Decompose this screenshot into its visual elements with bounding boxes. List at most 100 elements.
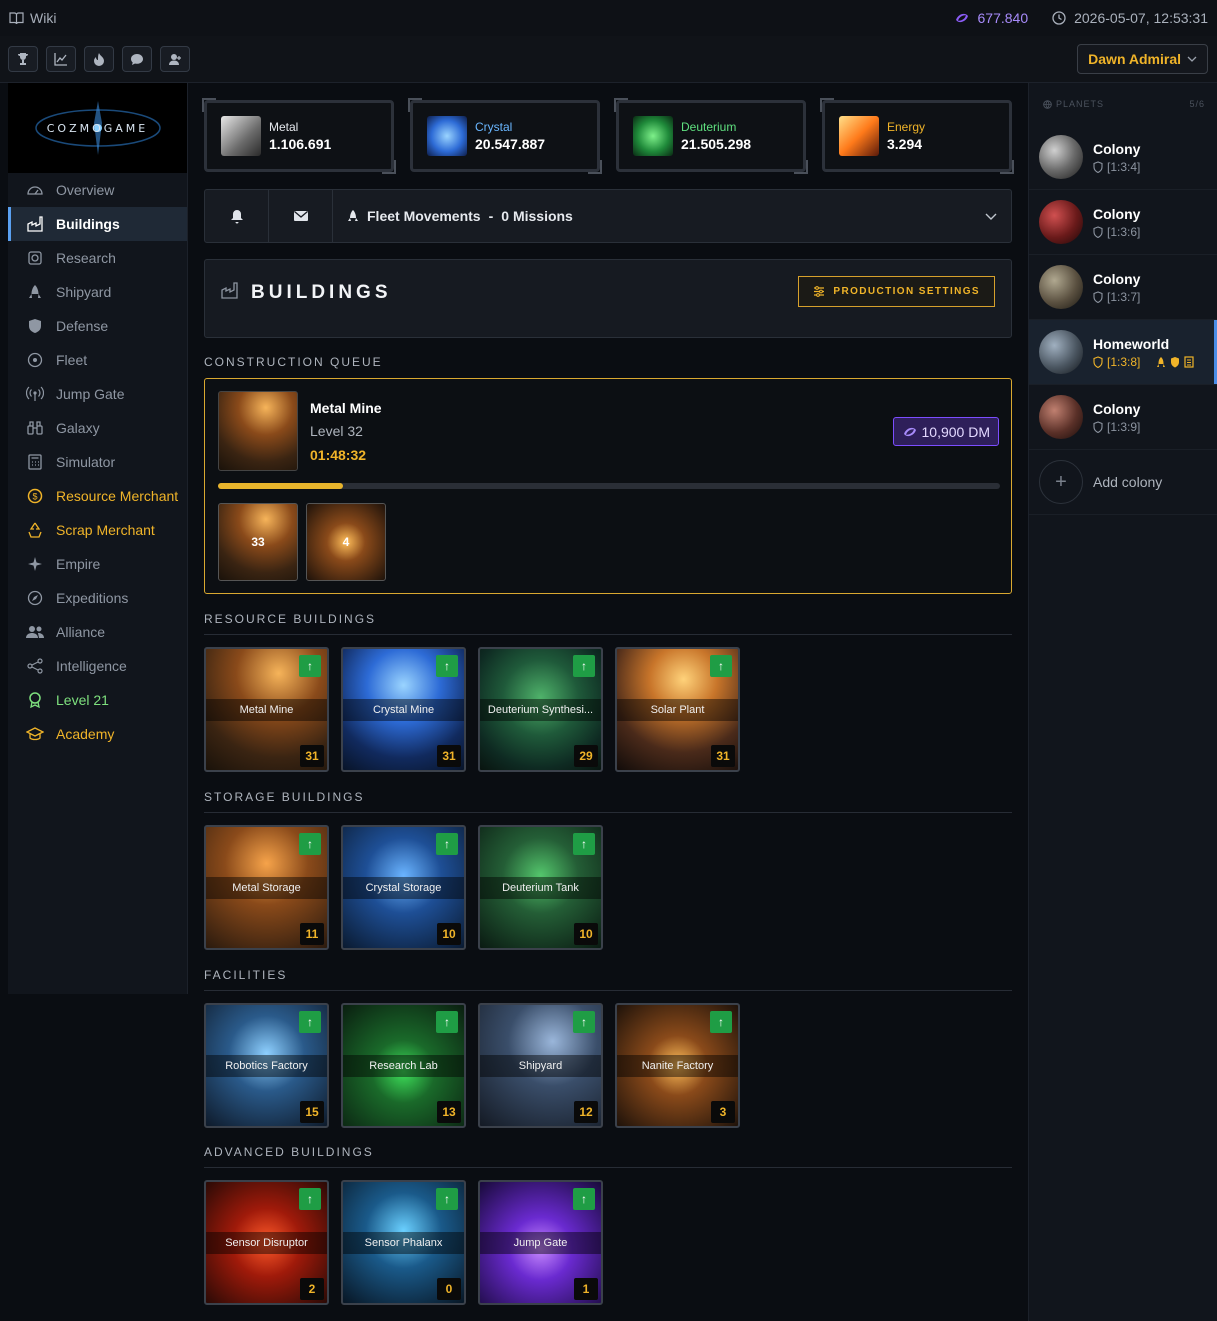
building-card-research-lab[interactable]: Research Lab ↑ 13 xyxy=(341,1003,466,1128)
resource-metal[interactable]: Metal 1.106.691 xyxy=(202,98,396,174)
building-card-solar-plant[interactable]: Solar Plant ↑ 31 xyxy=(615,647,740,772)
upgrade-button[interactable]: ↑ xyxy=(436,833,458,855)
upgrade-button[interactable]: ↑ xyxy=(436,1011,458,1033)
nav-item-level-21[interactable]: Level 21 xyxy=(8,683,187,717)
planet-item[interactable]: Colony [1:3:6] xyxy=(1029,190,1217,255)
arrow-up-icon: ↑ xyxy=(718,1015,724,1029)
nav-item-academy[interactable]: Academy xyxy=(8,717,187,751)
add-colony-button[interactable]: + Add colony xyxy=(1029,450,1217,515)
planet-name: Homeworld xyxy=(1093,335,1170,352)
planet-item[interactable]: Homeworld [1:3:8] xyxy=(1029,320,1217,385)
upgrade-button[interactable]: ↑ xyxy=(573,1011,595,1033)
upgrade-button[interactable]: ↑ xyxy=(710,1011,732,1033)
building-card-crystal-storage[interactable]: Crystal Storage ↑ 10 xyxy=(341,825,466,950)
fleet-icon xyxy=(26,351,44,369)
messages-button[interactable] xyxy=(269,190,333,242)
shield-outline-icon xyxy=(1093,160,1103,173)
logo-text: COZMOGAME xyxy=(46,121,149,135)
planets-title: PLANETS xyxy=(1056,99,1105,109)
building-name: Jump Gate xyxy=(480,1231,601,1254)
nav-item-shipyard[interactable]: Shipyard xyxy=(8,275,187,309)
building-card-shipyard[interactable]: Shipyard ↑ 12 xyxy=(478,1003,603,1128)
upgrade-button[interactable]: ↑ xyxy=(573,1188,595,1210)
section-title-resource: RESOURCE BUILDINGS xyxy=(204,612,377,626)
section-title-queue: CONSTRUCTION QUEUE xyxy=(204,355,383,369)
nav-item-buildings[interactable]: Buildings xyxy=(8,207,187,241)
nav-item-label: Intelligence xyxy=(56,658,127,674)
building-card-deuterium-tank[interactable]: Deuterium Tank ↑ 10 xyxy=(478,825,603,950)
nav-item-defense[interactable]: Defense xyxy=(8,309,187,343)
building-card-sensor-disruptor[interactable]: Sensor Disruptor ↑ 2 xyxy=(204,1180,329,1305)
planet-coords: [1:3:6] xyxy=(1107,224,1141,239)
resource-name: Crystal xyxy=(475,120,513,134)
shield-outline-icon xyxy=(1093,355,1103,368)
dark-matter-balance: 677.840 xyxy=(977,10,1029,26)
recycle-icon xyxy=(26,521,44,539)
nav-item-simulator[interactable]: Simulator xyxy=(8,445,187,479)
nav-item-research[interactable]: Research xyxy=(8,241,187,275)
planet-item[interactable]: Colony [1:3:7] xyxy=(1029,255,1217,320)
queue-building-image[interactable] xyxy=(218,391,298,471)
planet-item[interactable]: Colony [1:3:9] xyxy=(1029,385,1217,450)
dark-matter-icon xyxy=(902,425,918,439)
nav-item-resource-merchant[interactable]: $ Resource Merchant xyxy=(8,479,187,513)
building-card-metal-mine[interactable]: Metal Mine ↑ 31 xyxy=(204,647,329,772)
fleet-expand-button[interactable] xyxy=(971,213,1011,220)
factory-icon xyxy=(26,215,44,233)
nav-item-alliance[interactable]: Alliance xyxy=(8,615,187,649)
resource-energy[interactable]: Energy 3.294 xyxy=(820,98,1014,174)
nav-item-fleet[interactable]: Fleet xyxy=(8,343,187,377)
building-card-metal-storage[interactable]: Metal Storage ↑ 11 xyxy=(204,825,329,950)
queued-item-1[interactable]: 33 xyxy=(218,503,298,581)
wiki-link[interactable]: Wiki xyxy=(9,10,56,26)
building-name: Sensor Phalanx xyxy=(343,1231,464,1254)
share-icon xyxy=(26,657,44,675)
upgrade-button[interactable]: ↑ xyxy=(299,1188,321,1210)
trophy-button[interactable] xyxy=(8,46,38,72)
resource-name: Energy xyxy=(887,120,926,134)
upgrade-button[interactable]: ↑ xyxy=(573,833,595,855)
nav-item-empire[interactable]: Empire xyxy=(8,547,187,581)
building-card-nanite-factory[interactable]: Nanite Factory ↑ 3 xyxy=(615,1003,740,1128)
building-level: 1 xyxy=(574,1278,598,1300)
planet-coords: [1:3:7] xyxy=(1107,289,1141,304)
page-title: BUILDINGS xyxy=(251,282,392,303)
planet-item[interactable]: Colony [1:3:4] xyxy=(1029,125,1217,190)
building-card-robotics-factory[interactable]: Robotics Factory ↑ 15 xyxy=(204,1003,329,1128)
upgrade-button[interactable]: ↑ xyxy=(299,1011,321,1033)
fleet-movements-toggle[interactable]: Fleet Movements - 0 Missions xyxy=(333,208,971,224)
upgrade-button[interactable]: ↑ xyxy=(299,833,321,855)
clock-icon xyxy=(1052,11,1066,25)
building-name: Research Lab xyxy=(343,1054,464,1077)
game-logo[interactable]: COZMOGAME xyxy=(8,83,187,173)
building-card-crystal-mine[interactable]: Crystal Mine ↑ 31 xyxy=(341,647,466,772)
production-settings-button[interactable]: PRODUCTION SETTINGS xyxy=(798,276,995,307)
upgrade-button[interactable]: ↑ xyxy=(436,1188,458,1210)
resource-deuterium[interactable]: Deuterium 21.505.298 xyxy=(614,98,808,174)
highscore-button[interactable] xyxy=(84,46,114,72)
nav-item-expeditions[interactable]: Expeditions xyxy=(8,581,187,615)
building-card-deuterium-synthesi[interactable]: Deuterium Synthesi... ↑ 29 xyxy=(478,647,603,772)
upgrade-button[interactable]: ↑ xyxy=(710,655,732,677)
nav-item-galaxy[interactable]: Galaxy xyxy=(8,411,187,445)
stats-button[interactable] xyxy=(46,46,76,72)
chat-button[interactable] xyxy=(122,46,152,72)
bell-icon xyxy=(230,209,244,224)
nav-item-jump-gate[interactable]: Jump Gate xyxy=(8,377,187,411)
upgrade-button[interactable]: ↑ xyxy=(436,655,458,677)
nav-item-scrap-merchant[interactable]: Scrap Merchant xyxy=(8,513,187,547)
building-level: 3 xyxy=(711,1101,735,1123)
nav-item-intelligence[interactable]: Intelligence xyxy=(8,649,187,683)
user-menu-button[interactable]: Dawn Admiral xyxy=(1077,44,1208,74)
shield-outline-icon xyxy=(1093,420,1103,433)
upgrade-button[interactable]: ↑ xyxy=(299,655,321,677)
notifications-button[interactable] xyxy=(205,190,269,242)
dark-matter-finish-button[interactable]: 10,900 DM xyxy=(892,417,999,446)
upgrade-button[interactable]: ↑ xyxy=(573,655,595,677)
resource-crystal[interactable]: Crystal 20.547.887 xyxy=(408,98,602,174)
building-card-jump-gate[interactable]: Jump Gate ↑ 1 xyxy=(478,1180,603,1305)
buddies-button[interactable] xyxy=(160,46,190,72)
nav-item-overview[interactable]: Overview xyxy=(8,173,187,207)
queued-item-2[interactable]: 4 xyxy=(306,503,386,581)
building-card-sensor-phalanx[interactable]: Sensor Phalanx ↑ 0 xyxy=(341,1180,466,1305)
